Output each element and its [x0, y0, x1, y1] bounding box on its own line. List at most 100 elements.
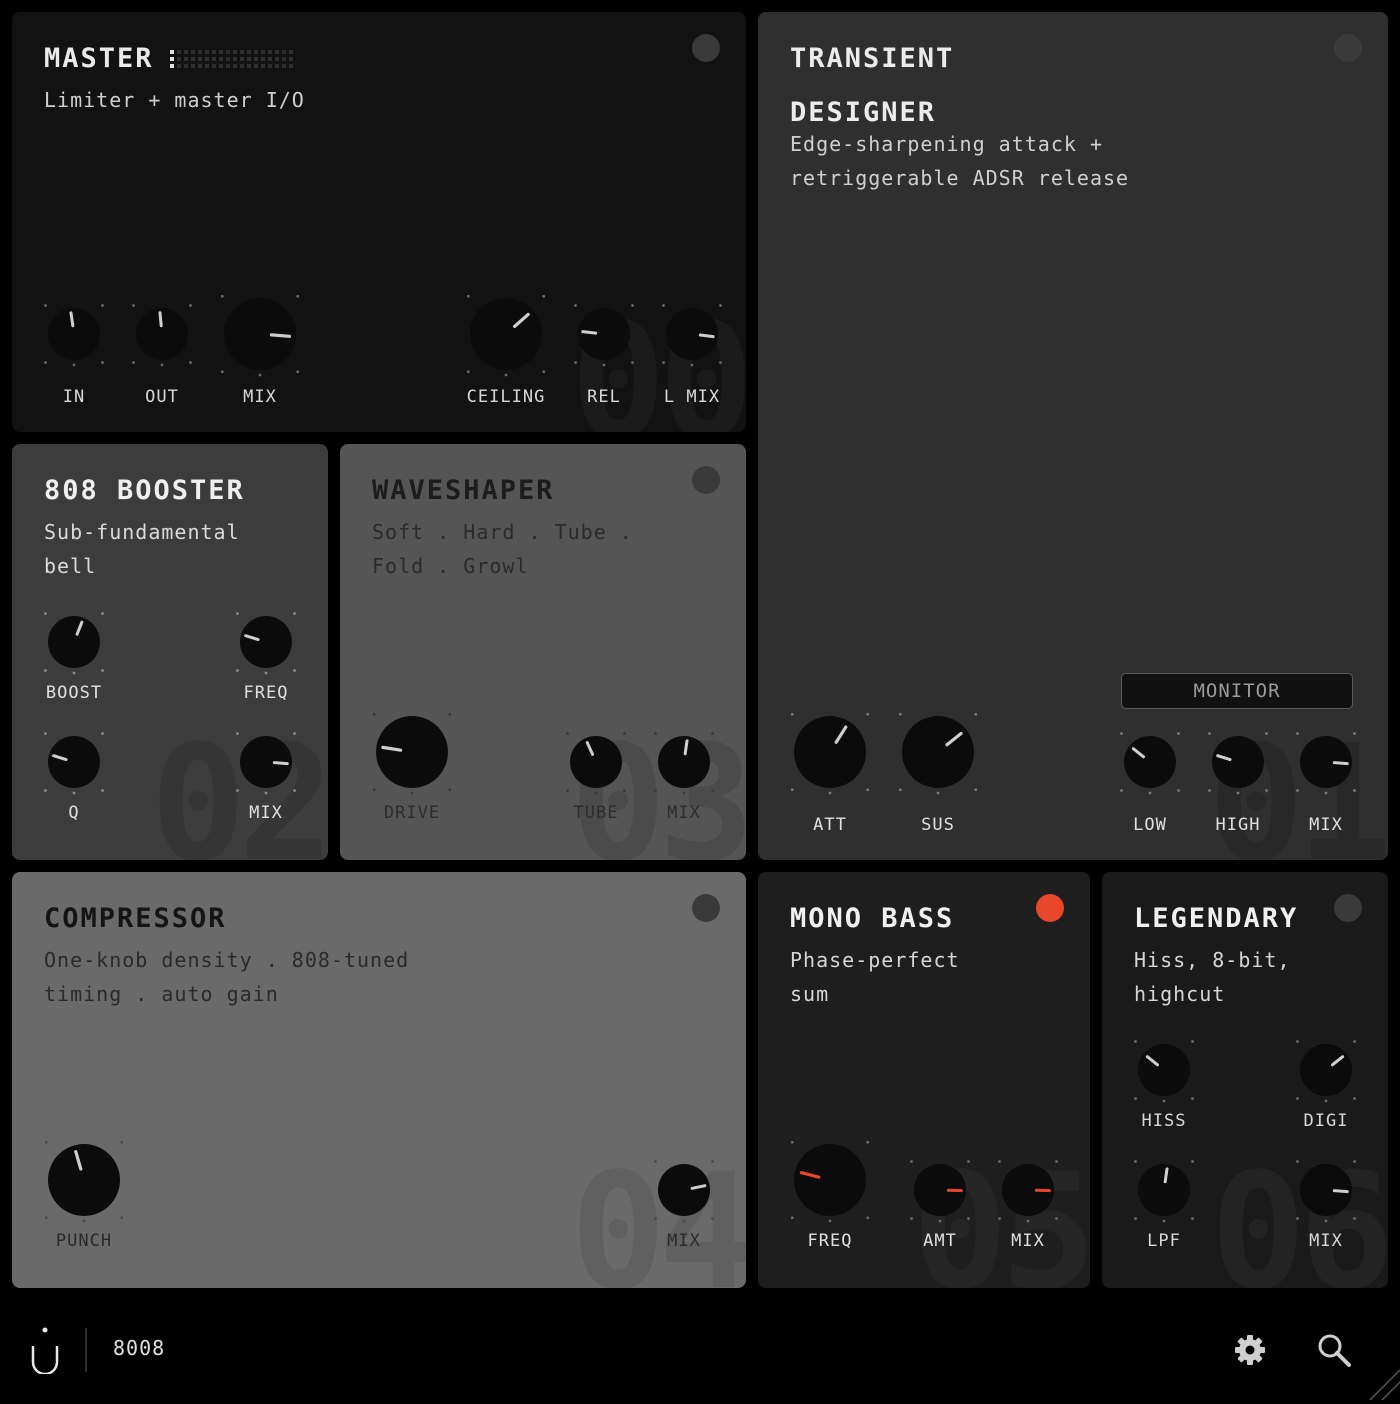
knob-tube[interactable]	[562, 728, 630, 796]
knob-tick	[1296, 1217, 1299, 1220]
knob-tick	[791, 713, 794, 716]
power-button[interactable]	[1036, 894, 1064, 922]
knob-ceiling[interactable]	[462, 290, 550, 378]
meter-column	[191, 50, 195, 68]
level-meter	[170, 50, 293, 68]
meter-cell	[212, 64, 216, 68]
knob-high[interactable]	[1204, 728, 1272, 796]
meter-cell	[268, 64, 272, 68]
meter-column	[226, 50, 230, 68]
panel-description-line2: timing . auto gain	[44, 982, 279, 1006]
search-icon	[1316, 1332, 1352, 1368]
meter-cell	[289, 57, 293, 61]
knob-mix[interactable]	[650, 1156, 718, 1224]
knob-tick	[411, 792, 414, 795]
knob-mix[interactable]	[994, 1156, 1062, 1224]
power-button[interactable]	[692, 894, 720, 922]
meter-cell	[198, 64, 202, 68]
knob-out[interactable]	[128, 300, 196, 368]
knob-mix[interactable]	[1292, 1156, 1360, 1224]
meter-cell	[261, 64, 265, 68]
monitor-button[interactable]: MONITOR	[1121, 673, 1353, 709]
meter-column	[212, 50, 216, 68]
knob-tick	[132, 361, 135, 364]
knob-drive[interactable]	[368, 708, 456, 796]
power-button[interactable]	[692, 466, 720, 494]
knob-lpf[interactable]	[1130, 1156, 1198, 1224]
knob-low[interactable]	[1116, 728, 1184, 796]
knob-tick	[574, 304, 577, 307]
meter-cell	[177, 64, 181, 68]
knob-label: MIX	[634, 1231, 734, 1251]
knob-tick	[1149, 792, 1152, 795]
knob-tick	[73, 672, 76, 675]
knob-tick	[1296, 732, 1299, 735]
knob-tick	[236, 669, 239, 672]
knob-tick	[1296, 789, 1299, 792]
knob-tick	[791, 1216, 794, 1219]
knob-boost[interactable]	[40, 608, 108, 676]
knob-digi[interactable]	[1292, 1036, 1360, 1104]
knob-label: MIX	[216, 803, 316, 823]
knob-tick	[161, 364, 164, 367]
knob-body	[570, 736, 622, 788]
meter-cell	[282, 57, 286, 61]
knob-tick	[1237, 792, 1240, 795]
knob-in[interactable]	[40, 300, 108, 368]
knob-tick	[221, 295, 224, 298]
resize-grip-icon[interactable]	[1366, 1366, 1400, 1400]
knob-tick	[542, 370, 545, 373]
settings-button[interactable]	[1232, 1332, 1268, 1368]
meter-cell	[212, 57, 216, 61]
knob-rel[interactable]	[570, 300, 638, 368]
knob-tick	[566, 789, 569, 792]
knob-tick	[44, 304, 47, 307]
power-button[interactable]	[1334, 894, 1362, 922]
app-logo	[28, 1326, 62, 1378]
knob-tick	[910, 1160, 913, 1163]
knob-tick	[623, 732, 626, 735]
meter-cell	[191, 57, 195, 61]
search-button[interactable]	[1316, 1332, 1352, 1368]
knob-mix[interactable]	[1292, 728, 1360, 796]
knob-label: LPF	[1114, 1231, 1214, 1251]
panel-title: TRANSIENT DESIGNER	[790, 32, 954, 140]
knob-label: DRIVE	[362, 803, 462, 823]
knob-sus[interactable]	[894, 708, 982, 796]
panel-title: 808 BOOSTER	[44, 464, 245, 518]
knob-label: MIX	[210, 387, 310, 407]
knob-tick	[293, 612, 296, 615]
knob-tick	[1208, 789, 1211, 792]
knob-tick	[631, 361, 634, 364]
knob-label: OUT	[112, 387, 212, 407]
knob-mix[interactable]	[232, 728, 300, 796]
knob-q[interactable]	[40, 728, 108, 796]
power-button[interactable]	[692, 34, 720, 62]
knob-tick	[467, 295, 470, 298]
knob-tick	[448, 713, 451, 716]
app-name: 8008	[113, 1336, 165, 1360]
knob-amt[interactable]	[906, 1156, 974, 1224]
power-button[interactable]	[1334, 34, 1362, 62]
meter-column	[254, 50, 258, 68]
knob-tick	[132, 304, 135, 307]
knob-mix[interactable]	[650, 728, 718, 796]
knob-tick	[1134, 1160, 1137, 1163]
knob-freq[interactable]	[786, 1136, 874, 1224]
knob-mix[interactable]	[216, 290, 304, 378]
meter-column	[177, 50, 181, 68]
knob-att[interactable]	[786, 708, 874, 796]
knob-tick	[1134, 1040, 1137, 1043]
knob-tick	[691, 364, 694, 367]
meter-cell	[191, 50, 195, 54]
knob-body	[376, 716, 448, 788]
knob-l-mix[interactable]	[658, 300, 726, 368]
knob-freq[interactable]	[232, 608, 300, 676]
knob-label: L MIX	[642, 387, 742, 407]
knob-punch[interactable]	[40, 1136, 128, 1224]
knob-tick	[1134, 1217, 1137, 1220]
knob-tick	[574, 361, 577, 364]
knob-hiss[interactable]	[1130, 1036, 1198, 1104]
knob-pointer	[583, 332, 596, 333]
knob-body	[794, 716, 866, 788]
